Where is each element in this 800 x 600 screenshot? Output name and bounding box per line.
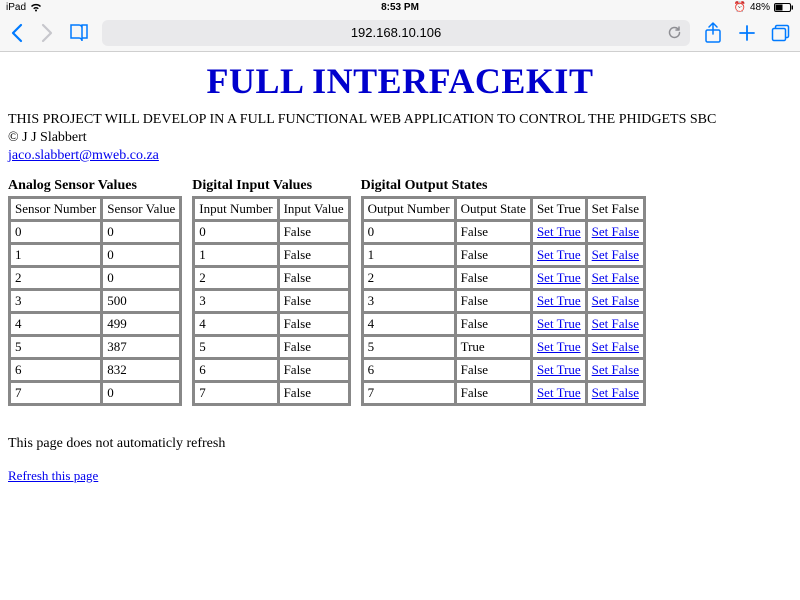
digital-output-block: Digital Output States Output Number Outp… bbox=[361, 178, 646, 406]
set-true-link[interactable]: Set True bbox=[537, 316, 581, 331]
address-bar[interactable]: 192.168.10.106 bbox=[102, 20, 690, 46]
set-false-link[interactable]: Set False bbox=[592, 339, 639, 354]
table-row: 3500 bbox=[10, 290, 180, 312]
set-true-link[interactable]: Set True bbox=[537, 270, 581, 285]
dout-head-num: Output Number bbox=[363, 198, 455, 220]
set-false-link[interactable]: Set False bbox=[592, 385, 639, 400]
copyright-text: © J J Slabbert bbox=[8, 130, 792, 146]
din-head-val: Input Value bbox=[279, 198, 349, 220]
email-link[interactable]: jaco.slabbert@mweb.co.za bbox=[8, 148, 159, 163]
refresh-link[interactable]: Refresh this page bbox=[8, 468, 98, 484]
digital-out-table: Output Number Output State Set True Set … bbox=[361, 196, 646, 406]
table-row: 0FalseSet TrueSet False bbox=[363, 221, 644, 243]
back-button[interactable] bbox=[8, 22, 26, 44]
alarm-icon: ⏰ bbox=[734, 2, 746, 13]
analog-head-val: Sensor Value bbox=[102, 198, 180, 220]
set-false-link[interactable]: Set False bbox=[592, 270, 639, 285]
set-false-link[interactable]: Set False bbox=[592, 316, 639, 331]
share-button[interactable] bbox=[702, 22, 724, 44]
table-row: 0False bbox=[194, 221, 348, 243]
digital-in-title: Digital Input Values bbox=[192, 178, 350, 194]
dout-head-state: Output State bbox=[456, 198, 531, 220]
analog-head-num: Sensor Number bbox=[10, 198, 101, 220]
table-row: 7False bbox=[194, 382, 348, 404]
dout-head-setfalse: Set False bbox=[587, 198, 644, 220]
refresh-note: This page does not automaticly refresh bbox=[8, 436, 792, 452]
table-row: 7FalseSet TrueSet False bbox=[363, 382, 644, 404]
table-row: 10 bbox=[10, 244, 180, 266]
table-row: 6False bbox=[194, 359, 348, 381]
forward-button[interactable] bbox=[38, 22, 56, 44]
set-true-link[interactable]: Set True bbox=[537, 224, 581, 239]
safari-toolbar: 192.168.10.106 bbox=[0, 14, 800, 52]
digital-in-table: Input NumberInput Value 0False 1False 2F… bbox=[192, 196, 350, 406]
table-row: 4FalseSet TrueSet False bbox=[363, 313, 644, 335]
set-false-link[interactable]: Set False bbox=[592, 362, 639, 377]
battery-icon bbox=[774, 3, 794, 12]
din-head-num: Input Number bbox=[194, 198, 277, 220]
table-row: 1False bbox=[194, 244, 348, 266]
table-row: 5387 bbox=[10, 336, 180, 358]
ios-status-bar: iPad 8:53 PM ⏰ 48% bbox=[0, 0, 800, 14]
digital-out-title: Digital Output States bbox=[361, 178, 646, 194]
tabs-button[interactable] bbox=[770, 24, 792, 42]
page-content: FULL INTERFACEKIT THIS PROJECT WILL DEVE… bbox=[0, 52, 800, 488]
reload-icon[interactable] bbox=[667, 25, 682, 40]
device-label: iPad bbox=[6, 2, 26, 13]
project-description: THIS PROJECT WILL DEVELOP IN A FULL FUNC… bbox=[8, 112, 792, 128]
table-row: 6FalseSet TrueSet False bbox=[363, 359, 644, 381]
battery-percent: 48% bbox=[750, 2, 770, 13]
new-tab-button[interactable] bbox=[736, 24, 758, 42]
dout-head-settrue: Set True bbox=[532, 198, 586, 220]
table-row: 5False bbox=[194, 336, 348, 358]
set-false-link[interactable]: Set False bbox=[592, 247, 639, 262]
analog-table: Sensor NumberSensor Value 00 10 20 3500 … bbox=[8, 196, 182, 406]
set-true-link[interactable]: Set True bbox=[537, 247, 581, 262]
table-row: 00 bbox=[10, 221, 180, 243]
table-row: 6832 bbox=[10, 359, 180, 381]
table-row: 1FalseSet TrueSet False bbox=[363, 244, 644, 266]
analog-sensor-block: Analog Sensor Values Sensor NumberSensor… bbox=[8, 178, 182, 406]
table-row: 2False bbox=[194, 267, 348, 289]
digital-input-block: Digital Input Values Input NumberInput V… bbox=[192, 178, 350, 406]
table-row: 3FalseSet TrueSet False bbox=[363, 290, 644, 312]
table-row: 4False bbox=[194, 313, 348, 335]
clock-label: 8:53 PM bbox=[381, 2, 419, 13]
bookmarks-button[interactable] bbox=[68, 23, 90, 43]
set-false-link[interactable]: Set False bbox=[592, 224, 639, 239]
page-title: FULL INTERFACEKIT bbox=[8, 60, 792, 102]
table-row: 70 bbox=[10, 382, 180, 404]
set-false-link[interactable]: Set False bbox=[592, 293, 639, 308]
set-true-link[interactable]: Set True bbox=[537, 339, 581, 354]
wifi-icon bbox=[30, 3, 42, 12]
set-true-link[interactable]: Set True bbox=[537, 385, 581, 400]
table-row: 5TrueSet TrueSet False bbox=[363, 336, 644, 358]
table-row: 2FalseSet TrueSet False bbox=[363, 267, 644, 289]
set-true-link[interactable]: Set True bbox=[537, 293, 581, 308]
set-true-link[interactable]: Set True bbox=[537, 362, 581, 377]
url-text: 192.168.10.106 bbox=[351, 25, 441, 40]
table-row: 3False bbox=[194, 290, 348, 312]
table-row: 20 bbox=[10, 267, 180, 289]
table-row: 4499 bbox=[10, 313, 180, 335]
analog-title: Analog Sensor Values bbox=[8, 178, 182, 194]
